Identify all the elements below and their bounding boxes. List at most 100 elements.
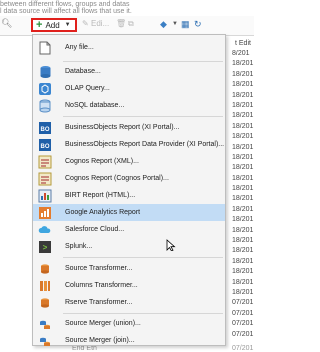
table-cell: 18/201 xyxy=(232,185,254,193)
menu-item-businessobjects-data-provider[interactable]: BO BusinessObjects Report Data Provider … xyxy=(33,136,225,153)
menu-item-source-merger-union[interactable]: Source Merger (union)... xyxy=(33,315,225,332)
menu-item-label: Source Merger (join)... xyxy=(65,337,135,344)
menu-item-splunk[interactable]: > Splunk... xyxy=(33,238,225,255)
column-header-last-edit[interactable]: t Edit xyxy=(235,40,251,47)
menu-item-any-file[interactable]: Any file... xyxy=(33,39,225,56)
olap-cube-icon xyxy=(37,82,53,96)
menu-item-label: BusinessObjects Report Data Provider (XI… xyxy=(65,141,225,148)
grid-icon[interactable]: ▦ xyxy=(181,19,190,30)
menu-item-cognos-report-xml[interactable]: Cognos Report (XML)... xyxy=(33,153,225,170)
background-text-line-1: between different flows, groups and data… xyxy=(0,1,130,8)
cognos-icon xyxy=(37,172,53,186)
menu-item-label: OLAP Query... xyxy=(65,85,110,92)
add-data-source-menu: Any file... Database... OLAP Query... No… xyxy=(32,34,226,346)
table-cell: 18/201 xyxy=(232,81,254,89)
menu-item-label: BIRT Report (HTML)... xyxy=(65,192,136,199)
plus-icon: + xyxy=(36,19,43,31)
database-icon xyxy=(37,65,53,79)
cognos-icon xyxy=(37,155,53,169)
table-cell: 18/201 xyxy=(232,237,254,245)
menu-item-businessobjects-report[interactable]: BO BusinessObjects Report (XI Portal)... xyxy=(33,119,225,136)
nosql-icon xyxy=(37,99,53,113)
table-cell: 18/201 xyxy=(232,70,254,78)
table-cell: 18/201 xyxy=(232,257,254,265)
tag-icon[interactable]: ◆ xyxy=(160,19,167,30)
menu-item-label: Cognos Report (Cognos Portal)... xyxy=(65,175,169,182)
toolbar: 🔍︎ + Add ▼ ✎ Edi... 🗑︎ ⧉ ◆ ▼ ▦ ↻ xyxy=(0,16,254,36)
menu-divider xyxy=(63,257,223,258)
table-cell: 18/201 xyxy=(232,278,254,286)
table-cell: 18/201 xyxy=(232,174,254,182)
menu-item-source-merger-join[interactable]: Source Merger (join)... xyxy=(33,332,225,349)
table-cell: 18/201 xyxy=(232,101,254,109)
table-cell: 18/201 xyxy=(232,133,254,141)
bo-icon: BO xyxy=(37,138,53,152)
menu-item-label: Cognos Report (XML)... xyxy=(65,158,139,165)
table-cell: 07/201 xyxy=(232,330,254,338)
table-cell: 18/201 xyxy=(232,60,254,68)
menu-item-label: Rserve Transformer... xyxy=(65,299,133,306)
menu-item-columns-transformer[interactable]: Columns Transformer... xyxy=(33,277,225,294)
menu-item-rserve-transformer[interactable]: Rserve Transformer... xyxy=(33,294,225,311)
add-button-label: Add xyxy=(45,20,60,30)
svg-text:>: > xyxy=(43,243,48,252)
last-edit-column: 8/201 18/201 18/201 18/201 18/201 18/201… xyxy=(232,50,254,341)
menu-item-label: Google Analytics Report xyxy=(65,209,141,216)
splunk-icon: > xyxy=(37,240,53,254)
menu-item-database[interactable]: Database... xyxy=(33,63,225,80)
menu-item-nosql-database[interactable]: NoSQL database... xyxy=(33,97,225,114)
menu-item-olap-query[interactable]: OLAP Query... xyxy=(33,80,225,97)
svg-text:BO: BO xyxy=(41,144,50,150)
table-cell: 18/201 xyxy=(232,226,254,234)
menu-divider xyxy=(63,61,223,62)
menu-item-label: Source Transformer... xyxy=(65,265,133,272)
history-icon[interactable]: ↻ xyxy=(194,19,202,30)
merger-join-icon xyxy=(37,334,53,348)
table-cell: 18/201 xyxy=(232,143,254,151)
add-button[interactable]: + Add ▼ xyxy=(31,18,77,32)
menu-item-cognos-report-portal[interactable]: Cognos Report (Cognos Portal)... xyxy=(33,170,225,187)
table-cell: 18/201 xyxy=(232,216,254,224)
table-cell: 8/201 xyxy=(232,50,250,57)
menu-item-label: Salesforce Cloud... xyxy=(65,226,125,233)
table-cell: 18/201 xyxy=(232,247,254,255)
menu-item-label: BusinessObjects Report (XI Portal)... xyxy=(65,124,180,131)
menu-item-salesforce-cloud[interactable]: Salesforce Cloud... xyxy=(33,221,225,238)
menu-item-birt-report[interactable]: BIRT Report (HTML)... xyxy=(33,187,225,204)
table-cell: 18/201 xyxy=(232,205,254,213)
chevron-down-icon: ▼ xyxy=(64,22,71,28)
table-cell: 07/201 xyxy=(232,299,254,307)
menu-item-label: NoSQL database... xyxy=(65,102,125,109)
search-icon[interactable]: 🔍︎ xyxy=(1,18,12,28)
delete-icon[interactable]: 🗑︎ xyxy=(116,19,126,28)
table-cell: 18/201 xyxy=(232,112,254,120)
background-text-line-2: l data source will affect all flows that… xyxy=(0,8,132,15)
table-cell: 18/201 xyxy=(232,153,254,161)
merger-union-icon xyxy=(37,317,53,331)
file-icon xyxy=(37,41,53,55)
menu-item-google-analytics-report[interactable]: Google Analytics Report xyxy=(33,204,225,221)
table-cell: 18/201 xyxy=(232,268,254,276)
menu-item-source-transformer[interactable]: Source Transformer... xyxy=(33,260,225,277)
table-cell: 18/201 xyxy=(232,195,254,203)
mouse-cursor-icon xyxy=(166,239,176,251)
chevron-down-icon[interactable]: ▼ xyxy=(172,21,178,27)
menu-divider xyxy=(63,116,223,117)
copy-icon[interactable]: ⧉ xyxy=(128,19,134,29)
salesforce-cloud-icon xyxy=(37,223,53,237)
transformer-icon xyxy=(37,262,53,276)
table-cell: 18/201 xyxy=(232,122,254,130)
analytics-icon xyxy=(37,206,53,220)
menu-divider xyxy=(63,313,223,314)
menu-item-label: Any file... xyxy=(65,44,94,51)
table-cell: 18/201 xyxy=(232,164,254,172)
table-cell: 07/201 xyxy=(232,320,254,328)
svg-text:BO: BO xyxy=(41,127,50,133)
edit-button-label[interactable]: Edi... xyxy=(91,19,109,28)
columns-transformer-icon xyxy=(37,279,53,293)
rserve-icon xyxy=(37,296,53,310)
menu-item-label: Splunk... xyxy=(65,243,93,250)
menu-item-label: Source Merger (union)... xyxy=(65,320,141,327)
menu-item-label: Columns Transformer... xyxy=(65,282,138,289)
edit-icon[interactable]: ✎ xyxy=(82,19,89,28)
